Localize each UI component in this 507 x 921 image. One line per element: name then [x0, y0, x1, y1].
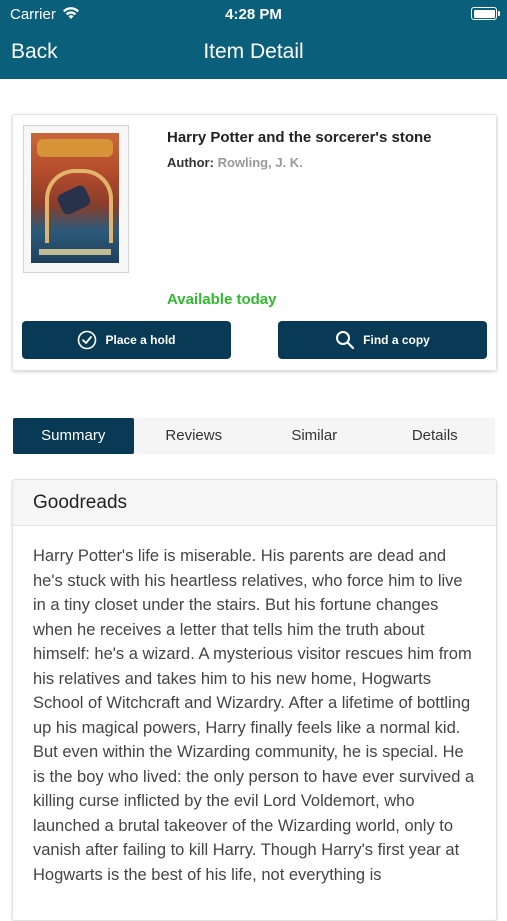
detail-tabs: Summary Reviews Similar Details [13, 418, 495, 454]
battery-icon [471, 7, 500, 20]
find-copy-label: Find a copy [363, 333, 430, 347]
find-copy-button[interactable]: Find a copy [278, 321, 487, 359]
clock: 4:28 PM [225, 6, 282, 23]
summary-source-heading: Goodreads [13, 480, 496, 526]
place-hold-label: Place a hold [105, 333, 176, 347]
author-name[interactable]: Rowling, J. K. [218, 155, 303, 170]
book-cover [23, 125, 129, 273]
tab-details[interactable]: Details [375, 418, 496, 454]
cover-author-art [39, 249, 111, 255]
place-hold-button[interactable]: Place a hold [22, 321, 231, 359]
summary-text: Harry Potter's life is miserable. His pa… [33, 547, 475, 884]
author-row: Author: Rowling, J. K. [167, 155, 303, 170]
author-label: Author: [167, 155, 214, 170]
search-icon [335, 330, 355, 350]
tab-summary[interactable]: Summary [13, 418, 134, 454]
book-title: Harry Potter and the sorcerer's stone [167, 129, 432, 146]
tab-similar[interactable]: Similar [254, 418, 375, 454]
top-bar: Carrier 4:28 PM Back Item Detail [0, 0, 507, 79]
checkmark-circle-icon [77, 330, 97, 350]
status-bar: Carrier 4:28 PM [0, 0, 507, 28]
item-card: Harry Potter and the sorcerer's stone Au… [12, 114, 497, 371]
summary-card: Goodreads Harry Potter's life is miserab… [12, 479, 497, 921]
cover-title-art [37, 139, 113, 157]
tab-reviews[interactable]: Reviews [134, 418, 255, 454]
availability-status: Available today [167, 291, 277, 308]
book-cover-image [31, 133, 119, 263]
page-title: Item Detail [203, 40, 304, 63]
navigation-bar: Back Item Detail [0, 30, 507, 76]
